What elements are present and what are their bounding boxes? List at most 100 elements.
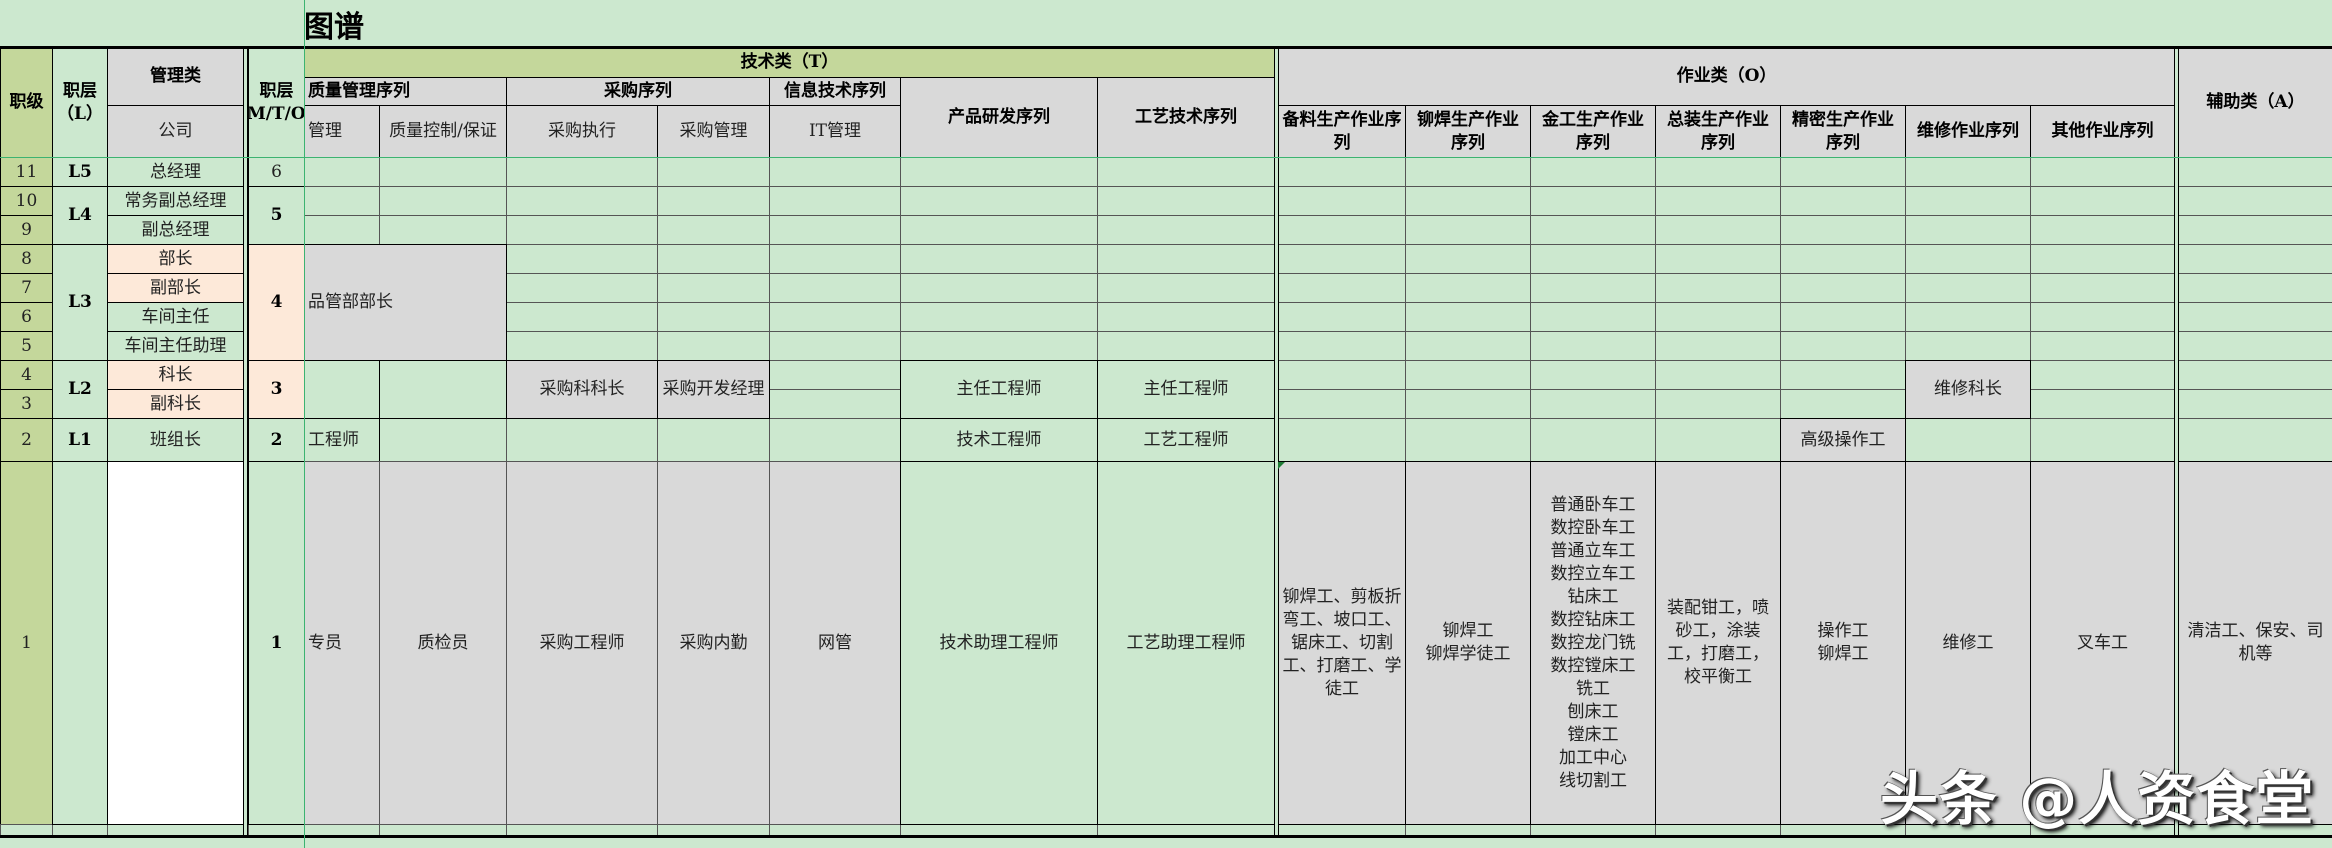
- grid-cell[interactable]: [1780, 273, 1906, 303]
- grid-cell[interactable]: [1097, 273, 1275, 303]
- grid-cell[interactable]: [1530, 360, 1656, 390]
- grid-cell[interactable]: [1780, 244, 1906, 274]
- grid-cell[interactable]: [769, 215, 901, 245]
- header-ops-col[interactable]: 金工生产作业序列: [1530, 105, 1656, 158]
- grid-cell[interactable]: [657, 157, 770, 187]
- maintenance-chief-cell[interactable]: 维修科长: [1905, 360, 2031, 419]
- grid-cell[interactable]: [1655, 302, 1781, 332]
- grid-cell[interactable]: [1905, 244, 2031, 274]
- grid-cell[interactable]: [379, 186, 507, 216]
- grid-cell[interactable]: [2178, 389, 2332, 419]
- grid-cell[interactable]: [1780, 360, 1906, 390]
- grid-cell[interactable]: [1530, 302, 1656, 332]
- grid-cell[interactable]: [769, 186, 901, 216]
- pmtoa-cell[interactable]: 5: [248, 186, 305, 245]
- grid-cell[interactable]: [769, 157, 901, 187]
- grid-cell[interactable]: [506, 215, 658, 245]
- grid-cell[interactable]: [1405, 389, 1531, 419]
- header-grade[interactable]: 职级: [0, 47, 53, 158]
- quality-head-cell[interactable]: 品管部部长: [304, 244, 507, 361]
- grid-cell[interactable]: [1405, 244, 1531, 274]
- grid-cell[interactable]: [769, 389, 901, 419]
- pmtoa-cell[interactable]: 3: [248, 360, 305, 419]
- grid-cell[interactable]: [1780, 302, 1906, 332]
- grid-cell[interactable]: [2178, 302, 2332, 332]
- grid-cell[interactable]: [1405, 360, 1531, 390]
- pmtoa-cell[interactable]: 1: [248, 461, 305, 825]
- grid-cell[interactable]: [900, 273, 1098, 303]
- grid-cell[interactable]: [1405, 418, 1531, 462]
- grid-cell[interactable]: [1655, 186, 1781, 216]
- process-chief-engineer-cell[interactable]: 主任工程师: [1097, 360, 1275, 419]
- grid-cell[interactable]: [657, 273, 770, 303]
- grid-cell[interactable]: [1905, 157, 2031, 187]
- grid-cell[interactable]: [1905, 215, 2031, 245]
- grid-cell[interactable]: [506, 418, 658, 462]
- grid-cell[interactable]: [1278, 186, 1406, 216]
- header-purchase-sequence[interactable]: 采购序列: [506, 77, 770, 106]
- header-ops-col[interactable]: 其他作业序列: [2030, 105, 2175, 158]
- header-ops-col[interactable]: 维修作业序列: [1905, 105, 2031, 158]
- management-title-cell[interactable]: [107, 461, 244, 825]
- grid-cell[interactable]: [769, 360, 901, 390]
- grid-cell[interactable]: [1278, 302, 1406, 332]
- header-purchase-management[interactable]: 采购管理: [657, 105, 770, 158]
- grid-cell[interactable]: [1405, 215, 1531, 245]
- row1-it-management[interactable]: 网管: [769, 461, 901, 825]
- grid-cell[interactable]: [1278, 215, 1406, 245]
- grid-cell[interactable]: [1530, 186, 1656, 216]
- grid-cell[interactable]: [506, 186, 658, 216]
- layer-cell[interactable]: L2: [52, 360, 108, 419]
- grid-cell[interactable]: [1530, 389, 1656, 419]
- grid-cell[interactable]: [1278, 244, 1406, 274]
- grid-cell[interactable]: [379, 157, 507, 187]
- grid-cell[interactable]: [1097, 215, 1275, 245]
- grid-cell[interactable]: [304, 157, 380, 187]
- grid-cell[interactable]: [2030, 331, 2175, 361]
- grid-cell[interactable]: [379, 360, 507, 419]
- header-it-management[interactable]: IT管理: [769, 105, 901, 158]
- grade-cell[interactable]: 10: [0, 186, 53, 216]
- grid-cell[interactable]: [2030, 186, 2175, 216]
- layer-cell[interactable]: L3: [52, 244, 108, 361]
- header-process-sequence[interactable]: 工艺技术序列: [1097, 77, 1275, 158]
- grid-cell[interactable]: [1905, 273, 2031, 303]
- grid-cell[interactable]: [1655, 331, 1781, 361]
- row1-purchase-execution[interactable]: 采购工程师: [506, 461, 658, 825]
- grade-cell[interactable]: 1: [0, 461, 53, 825]
- header-quality-control[interactable]: 质量控制/保证: [379, 105, 507, 158]
- grid-cell[interactable]: [657, 186, 770, 216]
- grid-cell[interactable]: [1097, 302, 1275, 332]
- row1-quality-control[interactable]: 质检员: [379, 461, 507, 825]
- process-engineer-cell[interactable]: 工艺工程师: [1097, 418, 1275, 462]
- row1-ops-cell[interactable]: 装配钳工，喷砂工，涂装工，打磨工，校平衡工: [1655, 461, 1781, 825]
- grid-cell[interactable]: [2178, 418, 2332, 462]
- grid-cell[interactable]: [1278, 273, 1406, 303]
- grid-cell[interactable]: [1655, 418, 1781, 462]
- grid-cell[interactable]: [506, 273, 658, 303]
- grid-cell[interactable]: [1780, 389, 1906, 419]
- grid-cell[interactable]: [1530, 157, 1656, 187]
- grid-cell[interactable]: [1655, 273, 1781, 303]
- grade-cell[interactable]: 3: [0, 389, 53, 419]
- grid-cell[interactable]: [1278, 360, 1406, 390]
- grid-cell[interactable]: [2030, 302, 2175, 332]
- grid-cell[interactable]: [1405, 331, 1531, 361]
- grid-cell[interactable]: [900, 157, 1098, 187]
- rd-engineer-cell[interactable]: 技术工程师: [900, 418, 1098, 462]
- grid-cell[interactable]: [769, 244, 901, 274]
- grid-cell[interactable]: [900, 215, 1098, 245]
- management-title-cell[interactable]: 车间主任: [107, 302, 244, 332]
- header-ops-col[interactable]: 总装生产作业序列: [1655, 105, 1781, 158]
- grid-cell[interactable]: [1530, 215, 1656, 245]
- grade-cell[interactable]: 6: [0, 302, 53, 332]
- grade-cell[interactable]: 2: [0, 418, 53, 462]
- grid-cell[interactable]: [304, 215, 380, 245]
- management-title-cell[interactable]: 副总经理: [107, 215, 244, 245]
- grid-cell[interactable]: [2178, 244, 2332, 274]
- management-title-cell[interactable]: 科长: [107, 360, 244, 390]
- layer-cell[interactable]: L5: [52, 157, 108, 187]
- grid-cell[interactable]: [1530, 273, 1656, 303]
- grid-cell[interactable]: [2178, 273, 2332, 303]
- header-ops-col[interactable]: 铆焊生产作业序列: [1405, 105, 1531, 158]
